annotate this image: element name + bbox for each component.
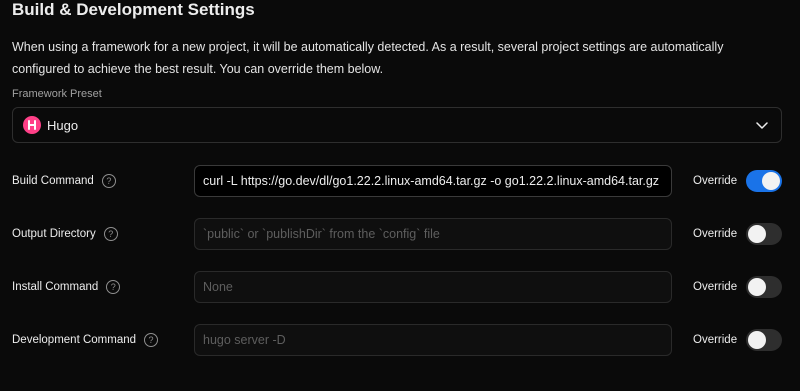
help-icon[interactable]: ? [103, 227, 118, 241]
development-command-label: Development Command [12, 334, 137, 346]
help-icon[interactable]: ? [106, 280, 121, 294]
build-command-input[interactable] [194, 165, 672, 197]
development-command-override-label: Override [693, 334, 738, 346]
install-command-row: Install Command ? Override [0, 271, 800, 303]
toggle-knob [748, 225, 766, 243]
toggle-knob [762, 172, 780, 190]
output-directory-label-wrap: Output Directory ? [12, 218, 118, 250]
framework-preset-label: Framework Preset [12, 88, 102, 100]
install-command-input[interactable] [194, 271, 672, 303]
build-command-override-label: Override [693, 175, 738, 187]
output-directory-label: Output Directory [12, 228, 96, 240]
install-command-override-toggle[interactable] [746, 276, 782, 298]
hugo-logo-icon [23, 116, 41, 134]
output-directory-override-label: Override [693, 228, 738, 240]
development-command-label-wrap: Development Command ? [12, 324, 159, 356]
install-command-label: Install Command [12, 281, 99, 293]
build-command-label: Build Command [12, 175, 94, 187]
hugo-letter-h-icon [28, 120, 36, 130]
toggle-knob [748, 278, 766, 296]
build-command-label-wrap: Build Command ? [12, 165, 116, 197]
help-icon[interactable]: ? [101, 174, 116, 188]
build-command-row: Build Command ? Override [0, 165, 800, 197]
install-command-override-label: Override [693, 281, 738, 293]
output-directory-input[interactable] [194, 218, 672, 250]
development-command-row: Development Command ? Override [0, 324, 800, 356]
chevron-down-icon [756, 122, 768, 129]
output-directory-override-toggle[interactable] [746, 223, 782, 245]
install-command-label-wrap: Install Command ? [12, 271, 121, 303]
build-command-override-toggle[interactable] [746, 170, 782, 192]
output-directory-row: Output Directory ? Override [0, 218, 800, 250]
toggle-knob [748, 331, 766, 349]
help-icon[interactable]: ? [144, 333, 159, 347]
development-command-override-toggle[interactable] [746, 329, 782, 351]
framework-preset-select[interactable]: Hugo [12, 107, 782, 143]
page-title: Build & Development Settings [12, 0, 255, 19]
development-command-input[interactable] [194, 324, 672, 356]
section-description: When using a framework for a new project… [12, 40, 724, 76]
framework-preset-value: Hugo [47, 117, 79, 133]
